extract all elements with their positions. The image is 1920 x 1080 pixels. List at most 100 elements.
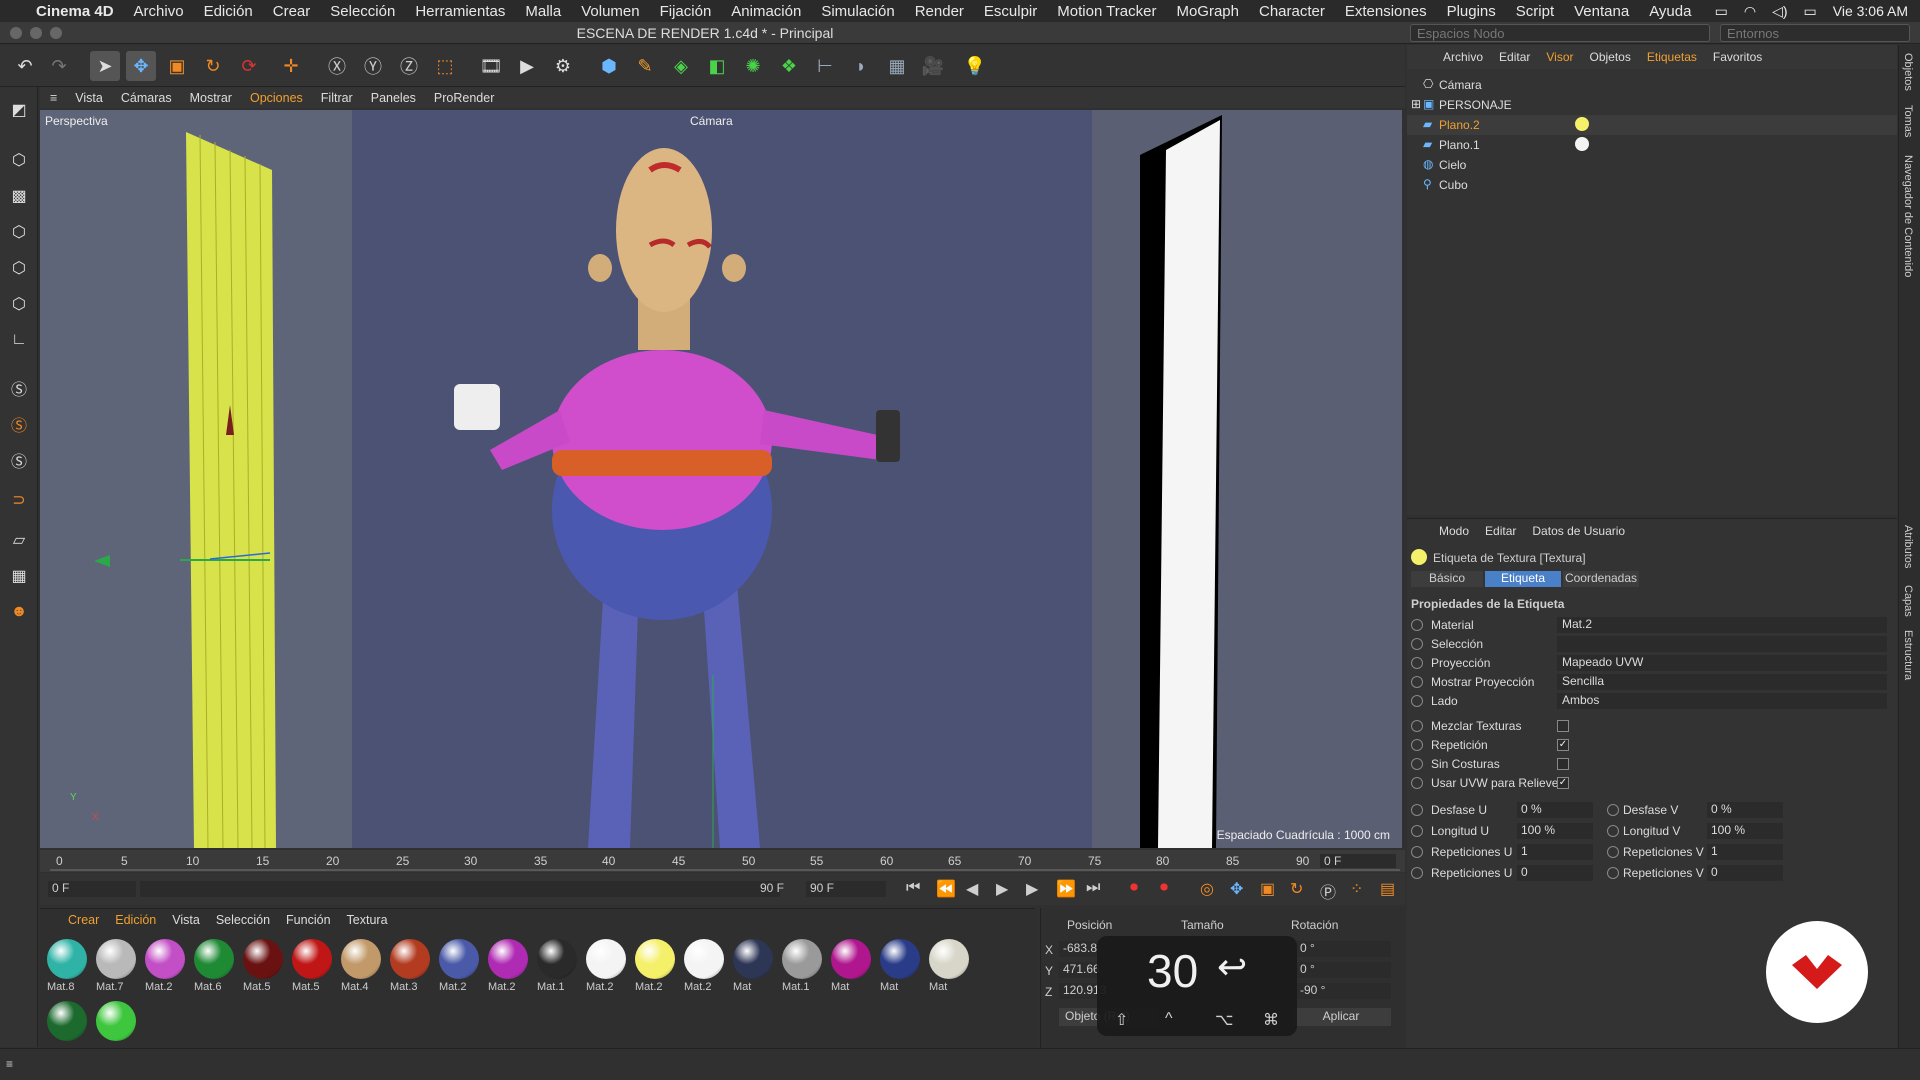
battery-icon[interactable]: ▭ <box>1804 3 1817 20</box>
timeline-ruler[interactable]: 0 5 10 15 20 25 30 35 40 45 50 55 60 65 … <box>40 850 1405 872</box>
viewport-menu-opciones[interactable]: Opciones <box>250 91 303 105</box>
attr-row-lado[interactable]: Lado Ambos <box>1407 692 1897 711</box>
menu-item[interactable]: Simulación <box>821 3 894 20</box>
mat-menu-vista[interactable]: Vista <box>172 913 200 927</box>
attr-value[interactable]: 100 % <box>1517 823 1593 839</box>
polygons-mode-icon[interactable]: ⬡ <box>4 289 34 319</box>
hamburger-icon[interactable]: ≡ <box>50 91 57 105</box>
attr-row-repeticiones[interactable]: Repeticiones U 1 Repeticiones V1 <box>1407 843 1897 862</box>
attr-value[interactable]: 0 % <box>1707 802 1783 818</box>
menu-item[interactable]: Motion Tracker <box>1057 3 1156 20</box>
mat-menu-crear[interactable]: Crear <box>68 913 99 927</box>
material-swatch[interactable]: Mat.3 <box>387 939 433 999</box>
snap-icon[interactable]: Ⓢ <box>4 373 34 403</box>
mat-menu-textura[interactable]: Textura <box>347 913 388 927</box>
workplane-icon[interactable]: ▱ <box>4 525 34 555</box>
attr-value[interactable]: 100 % <box>1707 823 1783 839</box>
material-swatch[interactable]: Mat.4 <box>338 939 384 999</box>
undo-icon[interactable]: ↶ <box>10 51 40 81</box>
menu-item[interactable]: Animación <box>731 3 801 20</box>
bend-icon[interactable]: ◗ <box>846 51 876 81</box>
attr-value[interactable] <box>1557 636 1887 652</box>
keyframe-selection-icon[interactable]: ◎ <box>1200 879 1214 899</box>
material-swatch[interactable]: Mat.2 <box>583 939 629 999</box>
menu-item[interactable]: Character <box>1259 3 1325 20</box>
pen-icon[interactable]: ✎ <box>630 51 660 81</box>
attr-menu-datos[interactable]: Datos de Usuario <box>1532 524 1625 538</box>
attr-row-usar-uvw[interactable]: Usar UVW para Relieve ✓ <box>1407 774 1897 793</box>
menu-item[interactable]: Esculpir <box>984 3 1037 20</box>
texture-tag-icon[interactable] <box>1575 137 1589 151</box>
wifi-icon[interactable]: ◠ <box>1744 3 1756 20</box>
object-row-personaje[interactable]: ⊞ ▣ PERSONAJE <box>1407 95 1897 115</box>
go-end-icon[interactable]: ⏭ <box>1086 879 1100 897</box>
attr-row-repeticion[interactable]: Repetición ✓ <box>1407 736 1897 755</box>
texture-mode-icon[interactable]: ▩ <box>4 181 34 211</box>
material-swatch[interactable]: Mat.1 <box>534 939 580 999</box>
expand-icon[interactable]: ⊞ <box>1411 97 1421 111</box>
texture-tag-icon[interactable] <box>1575 117 1589 131</box>
attr-row-sin-costuras[interactable]: Sin Costuras <box>1407 755 1897 774</box>
viewport-menu-vista[interactable]: Vista <box>75 91 103 105</box>
material-swatch[interactable]: Mat.2 <box>632 939 678 999</box>
viewport-menu-filtrar[interactable]: Filtrar <box>321 91 353 105</box>
axis-mode-icon[interactable]: ∟ <box>4 325 34 355</box>
mat-menu-seleccion[interactable]: Selección <box>216 913 270 927</box>
next-frame-icon[interactable]: ▶ <box>1026 879 1038 899</box>
object-row-plano2[interactable]: ▰ Plano.2 <box>1407 115 1897 135</box>
material-swatch[interactable]: Mat <box>877 939 923 999</box>
snap-settings-icon[interactable]: Ⓢ <box>4 409 34 439</box>
tab-basico[interactable]: Básico <box>1411 571 1483 587</box>
viewport-label[interactable]: Perspectiva <box>45 114 108 128</box>
menu-item[interactable]: Extensiones <box>1345 3 1427 20</box>
viewport-3d[interactable]: Y X Perspectiva Cámara Espaciado Cuadríc… <box>40 110 1402 848</box>
attr-value[interactable]: 0 <box>1707 865 1783 881</box>
select-tool-icon[interactable]: ➤ <box>90 51 120 81</box>
menu-item[interactable]: Ventana <box>1574 3 1629 20</box>
status-menu-icon[interactable]: ≡ <box>6 1057 13 1071</box>
layout-select[interactable]: Espacios Nodo <box>1410 24 1710 42</box>
start-frame-field[interactable]: 0 F <box>48 881 136 897</box>
attr-row-repeticiones-2[interactable]: Repeticiones U 0 Repeticiones V0 <box>1407 864 1897 883</box>
side-tab-navegador[interactable]: Navegador de Contenido <box>1902 155 1914 277</box>
attr-value[interactable]: 0 % <box>1517 802 1593 818</box>
subdivision-icon[interactable]: ◈ <box>666 51 696 81</box>
key-rotation-icon[interactable]: ↻ <box>1290 879 1303 899</box>
key-param-icon[interactable]: Ⓟ <box>1320 879 1336 903</box>
volume-icon[interactable]: ◁) <box>1772 3 1787 20</box>
menu-item[interactable]: Herramientas <box>415 3 505 20</box>
go-start-icon[interactable]: ⏮ <box>906 879 920 897</box>
material-swatch[interactable]: Mat.5 <box>240 939 286 999</box>
obj-menu-favoritos[interactable]: Favoritos <box>1713 50 1762 64</box>
menu-item[interactable]: Selección <box>330 3 395 20</box>
obj-menu-visor[interactable]: Visor <box>1546 50 1573 64</box>
autokey-icon[interactable]: ⏺ <box>1160 879 1168 897</box>
tab-etiqueta[interactable]: Etiqueta <box>1485 571 1561 587</box>
camera-label[interactable]: Cámara <box>690 114 733 128</box>
attr-row-longitud[interactable]: Longitud U 100 % Longitud V 100 % <box>1407 822 1897 841</box>
mat-menu-funcion[interactable]: Función <box>286 913 330 927</box>
attr-menu-modo[interactable]: Modo <box>1439 524 1469 538</box>
side-tab-atributos[interactable]: Atributos <box>1902 525 1914 568</box>
side-tab-objetos[interactable]: Objetos <box>1902 53 1914 91</box>
attr-row-mostrar-proyeccion[interactable]: Mostrar Proyección Sencilla <box>1407 673 1897 692</box>
side-tab-tomas[interactable]: Tomas <box>1902 105 1914 137</box>
viewport-menu-paneles[interactable]: Paneles <box>371 91 416 105</box>
x-axis-icon[interactable]: Ⓧ <box>322 51 352 81</box>
apply-button[interactable]: Aplicar <box>1291 1008 1391 1026</box>
attr-value[interactable]: 0 <box>1517 865 1593 881</box>
checkbox[interactable]: ✓ <box>1557 777 1569 789</box>
rotation-h-field[interactable]: 0 ° <box>1296 941 1391 957</box>
render-settings-icon[interactable]: ⚙ <box>548 51 578 81</box>
attr-row-material[interactable]: Material Mat.2 <box>1407 616 1897 635</box>
move-tool-icon[interactable]: ✥ <box>126 51 156 81</box>
menu-item[interactable]: Fijación <box>660 3 712 20</box>
checkbox[interactable] <box>1557 758 1569 770</box>
make-editable-icon[interactable]: ◩ <box>4 95 34 125</box>
key-position-icon[interactable]: ✥ <box>1230 879 1243 899</box>
model-mode-icon[interactable]: ⬡ <box>4 145 34 175</box>
timeline-layout-icon[interactable]: ▤ <box>1380 879 1395 899</box>
menu-item[interactable]: MoGraph <box>1176 3 1239 20</box>
material-swatch[interactable]: Mat <box>730 939 776 999</box>
coordinate-system-icon[interactable]: ⬚ <box>430 51 460 81</box>
